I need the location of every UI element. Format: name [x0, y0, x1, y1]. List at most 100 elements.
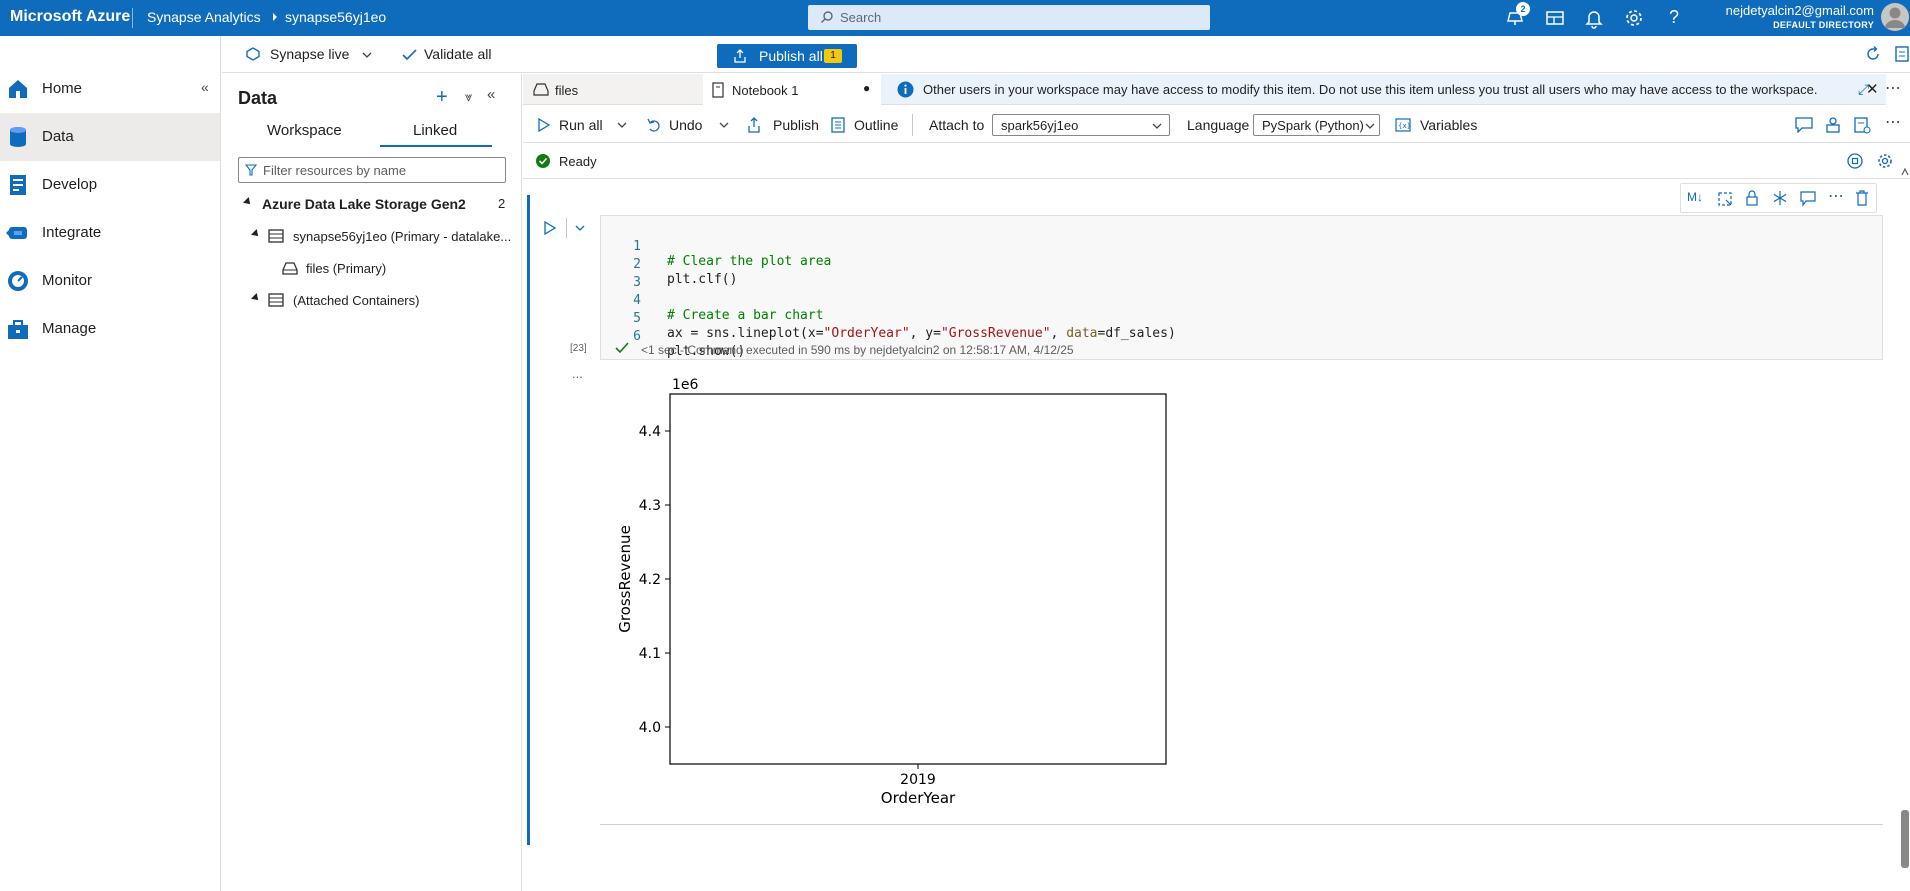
freeze-icon[interactable] [1772, 190, 1788, 206]
tab-notebook-1[interactable]: Notebook 1 ● [703, 74, 881, 105]
publish-all-label: Publish all [759, 48, 823, 64]
plot-area [669, 393, 1167, 765]
synapse-live-button[interactable]: Synapse live [270, 46, 349, 62]
nav-item-data[interactable]: Data [0, 113, 220, 161]
expand-icon[interactable]: ⤢ [1858, 81, 1869, 98]
comment-icon[interactable] [1800, 191, 1816, 207]
section-label: Azure Data Lake Storage Gen2 [262, 196, 466, 212]
nav-item-monitor[interactable]: Monitor [0, 257, 220, 305]
code-text: # Create a bar chart [667, 308, 824, 323]
code-line: 6 plt.show() [601, 314, 745, 359]
info-banner: Other users in your workspace may have a… [881, 74, 1886, 105]
tab-files[interactable]: files [523, 74, 703, 105]
nav-label-develop: Develop [42, 176, 98, 193]
tab-linked[interactable]: Linked [413, 122, 457, 139]
expand-triangle-icon[interactable] [251, 229, 261, 239]
properties-icon[interactable] [1853, 116, 1871, 134]
stop-session-icon[interactable] [1847, 153, 1863, 169]
vertical-scrollbar[interactable] [1900, 165, 1910, 891]
session-status-row: Ready [523, 143, 1910, 179]
output-more-icon[interactable]: ... [572, 366, 583, 381]
delete-icon[interactable] [1855, 190, 1869, 206]
add-resource-icon[interactable]: + [436, 86, 448, 109]
notification-count-badge: 2 [1516, 2, 1530, 16]
validate-check-icon [402, 48, 418, 62]
breadcrumb-synapse[interactable]: Synapse Analytics [147, 9, 261, 25]
tab-label: files [555, 83, 579, 98]
publish-count-badge: 1 [824, 49, 842, 63]
attach-to-select[interactable]: spark56yj1eo [992, 114, 1170, 136]
top-bar: Microsoft Azure Synapse Analytics synaps… [0, 0, 1910, 36]
nav-item-home[interactable]: Home [0, 65, 220, 113]
avatar[interactable] [1880, 1, 1910, 33]
brand-separator [132, 8, 133, 28]
search-icon [820, 10, 834, 24]
properties-icon[interactable] [1894, 45, 1910, 63]
collapse-all-icon[interactable]: ⩔ [465, 89, 472, 105]
help-icon[interactable]: ? [1663, 7, 1685, 29]
convert-cell-icon[interactable] [1717, 191, 1733, 207]
undo-button[interactable]: Undo [669, 117, 702, 133]
nav-item-develop[interactable]: Develop [0, 161, 220, 209]
data-panel: Data + ⩔ « Workspace Linked Filter resou… [222, 74, 522, 891]
breadcrumb-workspace[interactable]: synapse56yj1eo [285, 9, 386, 25]
nav-item-integrate[interactable]: Integrate [0, 209, 220, 257]
brand-title[interactable]: Microsoft Azure [10, 8, 130, 26]
search-input[interactable]: Search [808, 5, 1210, 30]
gear-icon[interactable] [1877, 153, 1893, 169]
language-select[interactable]: PySpark (Python) [1253, 114, 1380, 136]
variables-button[interactable]: Variables [1420, 117, 1477, 133]
user-email[interactable]: nejdetyalcin2@gmail.com [1690, 3, 1874, 18]
session-icon[interactable] [1824, 116, 1842, 134]
chevron-down-icon[interactable] [361, 49, 373, 61]
run-all-button[interactable]: Run all [559, 117, 603, 133]
language-label: Language [1187, 117, 1250, 133]
more-options-icon[interactable]: ⋯ [1885, 78, 1901, 98]
code-editor[interactable]: 1 # Clear the plot area 2 plt.clf() 3 4 … [600, 215, 1883, 360]
tab-label: Notebook 1 [732, 83, 799, 98]
active-tab-indicator [380, 145, 492, 147]
bell-icon[interactable] [1583, 7, 1605, 29]
filter-icon [245, 164, 257, 176]
nav-item-manage[interactable]: Manage [0, 305, 220, 353]
comments-icon[interactable] [1795, 117, 1813, 133]
cell-focus-bar [527, 195, 530, 845]
more-options-icon[interactable]: ⋯ [1828, 186, 1844, 206]
filter-resources-input[interactable]: Filter resources by name [238, 157, 506, 183]
chevron-down-icon[interactable] [574, 222, 586, 234]
expand-triangle-icon[interactable] [243, 197, 253, 207]
nav-label-integrate: Integrate [42, 224, 102, 241]
outline-button[interactable]: Outline [854, 117, 898, 133]
refresh-icon[interactable] [1864, 45, 1882, 63]
code-line: 5 ax = sns.lineplot(x="OrderYear", y="Gr… [601, 296, 1176, 341]
gear-icon[interactable] [1623, 7, 1645, 29]
more-options-icon[interactable]: ⋯ [1885, 112, 1901, 132]
tree-item-files[interactable]: files (Primary) [222, 254, 522, 282]
lock-icon[interactable] [1745, 190, 1759, 206]
code-line: 3 [601, 260, 641, 290]
expand-triangle-icon[interactable] [251, 293, 261, 303]
collapse-panel-icon[interactable]: « [487, 86, 495, 103]
validate-all-button[interactable]: Validate all [424, 46, 491, 62]
markdown-toggle-button[interactable]: M↓ [1687, 190, 1703, 204]
develop-icon [6, 173, 30, 197]
chevron-down-icon[interactable] [718, 119, 730, 131]
tree-item-attached-containers[interactable]: (Attached Containers) [222, 286, 522, 314]
tree-section-adls[interactable]: Azure Data Lake Storage Gen2 2 [222, 190, 522, 218]
cell-divider [566, 218, 567, 238]
run-cell-icon[interactable] [543, 220, 557, 236]
tree-item-label: synapse56yj1eo (Primary - datalake... [293, 229, 512, 244]
search-placeholder: Search [840, 10, 882, 25]
chevron-down-icon[interactable] [616, 119, 628, 131]
y-tick-label: 4.4 [639, 424, 661, 440]
tree-item-storage-account[interactable]: synapse56yj1eo (Primary - datalake... [222, 222, 522, 250]
publish-icon [747, 117, 761, 133]
tab-workspace[interactable]: Workspace [267, 122, 342, 139]
publish-button[interactable]: Publish [773, 117, 819, 133]
publish-all-button[interactable]: Publish all 1 [717, 44, 857, 68]
directory-switch-icon[interactable] [1544, 7, 1566, 29]
nav-label-data: Data [42, 128, 74, 145]
tree-item-label: files (Primary) [306, 261, 387, 276]
line-chart: 4.0 4.1 4.2 4.3 4.4 2019 1e6 OrderYear Gross… [600, 370, 1180, 820]
code-line: 2 plt.clf() [601, 242, 737, 287]
